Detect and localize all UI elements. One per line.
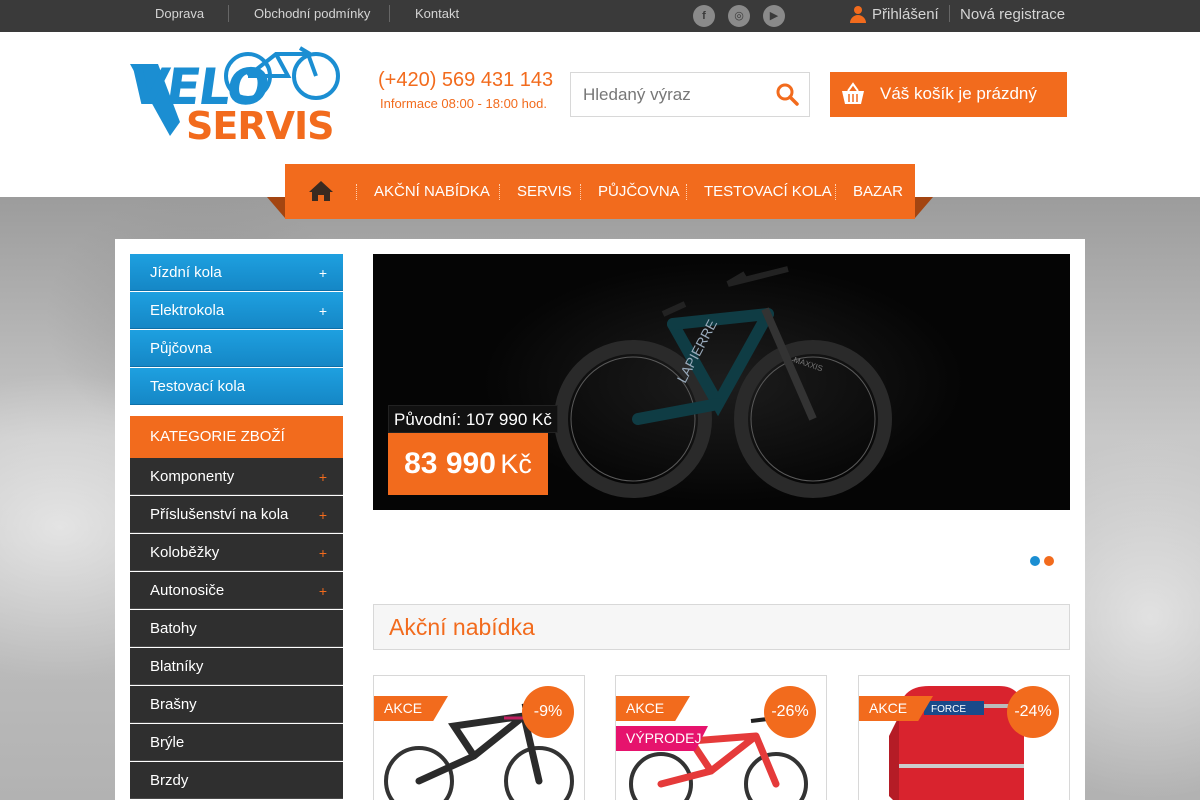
tag-vyprodej: VÝPRODEJ	[616, 726, 708, 751]
product-card[interactable]: AKCE -9%	[373, 675, 585, 800]
nav-item-pujcovna[interactable]: PŮJČOVNA	[598, 164, 680, 219]
sidebar-item-pujcovna[interactable]: Půjčovna	[130, 330, 343, 367]
link-doprava[interactable]: Doprava	[155, 0, 204, 32]
user-icon	[850, 6, 866, 23]
nav-divider	[356, 184, 357, 200]
search-icon[interactable]	[775, 82, 799, 106]
top-bar: Doprava Obchodní podmínky Kontakt f ◎ ▶ …	[0, 0, 1200, 32]
sidebar-item-label: Jízdní kola	[150, 264, 222, 281]
slider-dot[interactable]	[1030, 556, 1040, 566]
nav-divider	[835, 184, 836, 200]
category-label: Autonosiče	[150, 582, 225, 599]
category-item-blatniky[interactable]: Blatníky	[130, 648, 343, 685]
logo-servis-text: SERVIS	[186, 104, 335, 148]
sidebar-item-jizdni-kola[interactable]: Jízdní kola +	[130, 254, 343, 291]
nav-fold	[267, 197, 285, 218]
expand-icon[interactable]: +	[319, 535, 327, 572]
divider	[949, 5, 950, 22]
category-label: Příslušenství na kola	[150, 506, 289, 523]
instagram-icon[interactable]: ◎	[728, 5, 750, 27]
main-content: Jízdní kola + Elektrokola + Půjčovna Tes…	[115, 239, 1085, 800]
category-header: KATEGORIE ZBOŽÍ	[130, 416, 343, 458]
discount-badge: -9%	[522, 686, 574, 738]
category-item-autonosice[interactable]: Autonosiče +	[130, 572, 343, 609]
category-item-kolobezky[interactable]: Koloběžky +	[130, 534, 343, 571]
nav-divider	[499, 184, 500, 200]
search-input[interactable]	[571, 73, 761, 116]
bag-brand: FORCE	[931, 704, 966, 715]
expand-icon[interactable]: +	[319, 497, 327, 534]
product-card[interactable]: AKCE VÝPRODEJ -26%	[615, 675, 827, 800]
divider	[228, 5, 229, 22]
sidebar-item-testovaci-kola[interactable]: Testovací kola	[130, 368, 343, 405]
category-item-bryle[interactable]: Brýle	[130, 724, 343, 761]
sale-price-currency: Kč	[500, 449, 532, 479]
sale-price: 83 990 Kč	[388, 433, 548, 495]
opening-hours: Informace 08:00 - 18:00 hod.	[380, 96, 547, 111]
category-label: Batohy	[150, 620, 197, 637]
link-kontakt[interactable]: Kontakt	[415, 0, 459, 32]
facebook-icon[interactable]: f	[693, 5, 715, 27]
nav-fold	[915, 197, 933, 218]
logo[interactable]: VELO SERVIS	[126, 44, 346, 148]
nav-item-akcni-nabidka[interactable]: AKČNÍ NABÍDKA	[374, 164, 490, 219]
nav-divider	[580, 184, 581, 200]
home-icon[interactable]	[308, 180, 334, 202]
original-price: Původní: 107 990 Kč	[388, 405, 558, 433]
sidebar-item-elektrokola[interactable]: Elektrokola +	[130, 292, 343, 329]
nav-item-servis[interactable]: SERVIS	[517, 164, 572, 219]
search-box	[570, 72, 810, 117]
discount-badge: -24%	[1007, 686, 1059, 738]
sale-price-value: 83 990	[404, 447, 496, 480]
category-item-batohy[interactable]: Batohy	[130, 610, 343, 647]
slider-dots	[1030, 553, 1058, 571]
category-label: Brzdy	[150, 772, 189, 789]
category-item-komponenty[interactable]: Komponenty +	[130, 458, 343, 495]
nav-item-testovaci-kola[interactable]: TESTOVACÍ KOLA	[704, 164, 832, 219]
category-label: Brašny	[150, 696, 197, 713]
divider	[389, 5, 390, 22]
category-item-brzdy[interactable]: Brzdy	[130, 762, 343, 799]
cart-label: Váš košík je prázdný	[880, 84, 1037, 103]
login-link[interactable]: Přihlášení	[872, 0, 939, 32]
expand-icon[interactable]: +	[319, 459, 327, 496]
category-label: Brýle	[150, 734, 185, 751]
expand-icon[interactable]: +	[319, 255, 327, 292]
expand-icon[interactable]: +	[319, 573, 327, 610]
cart-button[interactable]: Váš košík je prázdný	[830, 72, 1067, 117]
category-item-brasny[interactable]: Brašny	[130, 686, 343, 723]
slider-dot[interactable]	[1044, 556, 1054, 566]
category-item-prislusenstvi[interactable]: Příslušenství na kola +	[130, 496, 343, 533]
category-label: Blatníky	[150, 658, 204, 675]
category-label: Komponenty	[150, 468, 235, 485]
nav-divider	[686, 184, 687, 200]
main-nav: AKČNÍ NABÍDKA SERVIS PŮJČOVNA TESTOVACÍ …	[285, 164, 915, 219]
expand-icon[interactable]: +	[319, 293, 327, 330]
category-label: Koloběžky	[150, 544, 220, 561]
youtube-icon[interactable]: ▶	[763, 5, 785, 27]
hero-slider[interactable]: LAPIERRE MAXXIS Původní: 107 990 Kč 83 9…	[373, 254, 1070, 510]
basket-icon	[842, 82, 864, 104]
discount-badge: -26%	[764, 686, 816, 738]
link-obchodni-podminky[interactable]: Obchodní podmínky	[254, 0, 370, 32]
sidebar-item-label: Elektrokola	[150, 302, 225, 319]
section-title: Akční nabídka	[373, 604, 1070, 650]
register-link[interactable]: Nová registrace	[960, 0, 1065, 32]
product-card[interactable]: FORCE AKCE -24%	[858, 675, 1070, 800]
sidebar-item-label: Testovací kola	[150, 378, 246, 395]
tire-brand: MAXXIS	[792, 355, 824, 373]
nav-item-bazar[interactable]: BAZAR	[853, 164, 903, 219]
sidebar-item-label: Půjčovna	[150, 340, 212, 357]
phone-number: (+420) 569 431 143	[378, 69, 554, 91]
